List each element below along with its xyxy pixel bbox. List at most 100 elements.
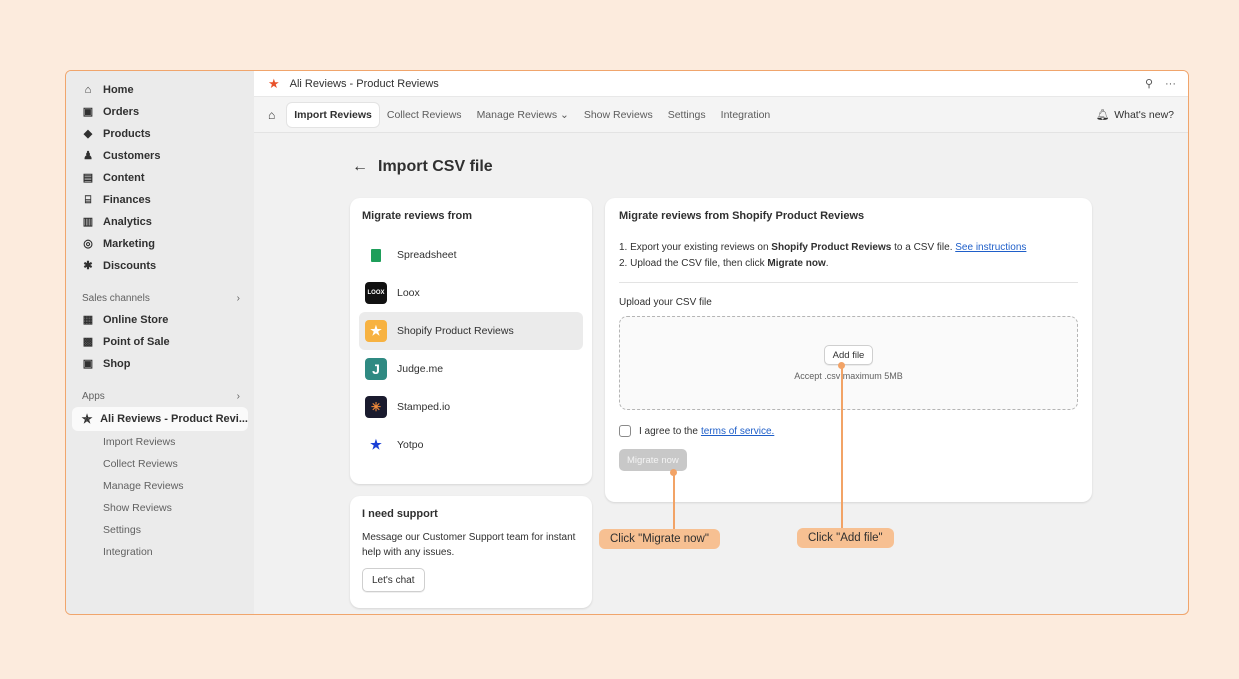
sidebar-item-label: Point of Sale [103,336,170,348]
app-title: Ali Reviews - Product Reviews [289,77,439,90]
step-text: 2. Upload the CSV file, then click [619,258,768,269]
sidebar-subitem-manage-reviews[interactable]: Manage Reviews [66,475,254,497]
lets-chat-button[interactable]: Let's chat [362,568,425,592]
support-card-title: I need support [362,508,438,520]
step-text: 1. Export your existing reviews on [619,242,772,253]
app-tabbar: ⌂ Import Reviews Collect Reviews Manage … [254,97,1188,133]
sidebar-subitem-import-reviews[interactable]: Import Reviews [66,431,254,453]
bell-icon: 🔔︎ [1095,109,1110,121]
home-icon[interactable]: ⌂ [268,108,275,122]
ali-reviews-app-icon: ✯ [82,412,93,426]
sales-channels-header[interactable]: Sales channels › [66,287,254,309]
sidebar-item-content[interactable]: ▤ Content [66,167,254,189]
tab-manage-reviews[interactable]: Manage Reviews ⌄ [470,103,576,127]
shopify-star-icon: ★ [365,320,387,342]
sidebar-subitem-show-reviews[interactable]: Show Reviews [66,497,254,519]
sidebar-subitem-integration[interactable]: Integration [66,541,254,563]
terms-checkbox[interactable] [619,425,631,437]
point-of-sale-icon: ▩ [82,335,94,348]
source-judge-me[interactable]: J Judge.me [359,350,583,388]
sidebar-item-customers[interactable]: ♟ Customers [66,145,254,167]
terms-agreement: I agree to the terms of service. [619,425,1078,437]
content-icon: ▤ [82,171,94,184]
sidebar-item-point-of-sale[interactable]: ▩ Point of Sale [66,331,254,353]
csv-dropzone[interactable]: Add file Accept .csv maximum 5MB [619,316,1078,410]
source-loox[interactable]: LOOX Loox [359,274,583,312]
tab-import-reviews[interactable]: Import Reviews [287,102,379,127]
products-icon: ◆ [83,127,93,140]
upload-label: Upload your CSV file [619,297,712,308]
divider [619,282,1078,283]
sidebar-item-shop[interactable]: ▣ Shop [66,353,254,375]
step-text: . [825,258,829,269]
apps-header[interactable]: Apps › [66,385,254,407]
sidebar-item-online-store[interactable]: ▦ Online Store [66,309,254,331]
judge-me-logo-icon: J [365,358,387,380]
app-titlebar: ★ Ali Reviews - Product Reviews ⚲ ··· [254,71,1188,97]
back-arrow-icon[interactable]: ← [352,158,368,176]
shop-icon: ▣ [82,357,94,370]
accept-hint: Accept .csv maximum 5MB [794,371,903,381]
whats-new-button[interactable]: 🔔︎ What's new? [1095,108,1174,122]
see-instructions-link[interactable]: See instructions [955,242,1026,253]
migrate-now-button[interactable]: Migrate now [619,449,687,471]
discounts-icon: ✱ [83,259,93,272]
app-frame: ⌂ Home ▣ Orders ◆ Products ♟ Customers ▤ Cont… [65,70,1189,615]
sidebar-item-label: Analytics [103,216,152,228]
source-label: Stamped.io [397,401,451,413]
page-title-text: Import CSV file [378,158,493,175]
callout-line-migrate [673,475,675,529]
sidebar-item-label: Finances [103,194,151,206]
tab-settings[interactable]: Settings [661,103,713,127]
tab-show-reviews[interactable]: Show Reviews [577,103,660,127]
more-options-icon[interactable]: ··· [1165,78,1176,90]
orders-icon: ▣ [82,105,94,118]
sidebar-item-discounts[interactable]: ✱ Discounts [66,255,254,277]
sidebar-item-ali-reviews[interactable]: ✯ Ali Reviews - Product Revi... [72,407,248,431]
source-yotpo[interactable]: ★ Yotpo [359,426,583,464]
ali-reviews-logo-icon: ★ [268,75,280,91]
step-text: to a CSV file. [891,242,956,253]
add-file-button[interactable]: Add file [823,345,874,365]
sources-list: Spreadsheet LOOX Loox ★ Shopify Product … [359,236,583,464]
sidebar: ⌂ Home ▣ Orders ◆ Products ♟ Customers ▤ Cont… [66,71,254,614]
terms-of-service-link[interactable]: terms of service. [701,426,774,437]
section-label: Sales channels [82,292,150,304]
pin-icon[interactable]: ⚲ [1145,77,1153,90]
sidebar-item-finances[interactable]: ⌸ Finances [66,189,254,211]
sidebar-subitem-collect-reviews[interactable]: Collect Reviews [66,453,254,475]
callout-line-add-file [841,368,843,528]
step-1: 1. Export your existing reviews on Shopi… [619,240,1078,256]
sidebar-subitem-settings[interactable]: Settings [66,519,254,541]
tab-collect-reviews[interactable]: Collect Reviews [380,103,469,127]
source-label: Spreadsheet [397,249,457,261]
sidebar-item-label: Shop [103,358,131,370]
yotpo-logo-icon: ★ [370,437,382,452]
source-spreadsheet[interactable]: Spreadsheet [359,236,583,274]
sidebar-item-label: Customers [103,150,161,162]
sidebar-item-label: Content [103,172,145,184]
sidebar-item-analytics[interactable]: ▥ Analytics [66,211,254,233]
sidebar-item-home[interactable]: ⌂ Home [66,79,254,101]
source-stamped-io[interactable]: ✳ Stamped.io [359,388,583,426]
sources-card-title: Migrate reviews from [362,210,473,222]
migrate-steps: 1. Export your existing reviews on Shopi… [619,240,1078,272]
home-icon: ⌂ [84,83,92,96]
sidebar-item-marketing[interactable]: ◎ Marketing [66,233,254,255]
online-store-icon: ▦ [82,313,94,326]
tab-integration[interactable]: Integration [714,103,778,127]
source-shopify-product-reviews[interactable]: ★ Shopify Product Reviews [359,312,583,350]
sidebar-item-products[interactable]: ◆ Products [66,123,254,145]
step-bold: Migrate now [767,258,826,269]
callout-migrate-now: Click "Migrate now" [599,529,720,549]
sidebar-item-label: Products [103,128,151,140]
sidebar-item-orders[interactable]: ▣ Orders [66,101,254,123]
step-2: 2. Upload the CSV file, then click Migra… [619,256,1078,272]
source-label: Yotpo [397,439,424,451]
sidebar-item-label: Online Store [103,314,169,326]
page-title: ← Import CSV file [352,158,493,176]
sidebar-item-label: Marketing [103,238,155,250]
finances-icon: ⌸ [84,193,92,206]
sidebar-item-label: Discounts [103,260,157,272]
callout-add-file: Click "Add file" [797,528,894,548]
